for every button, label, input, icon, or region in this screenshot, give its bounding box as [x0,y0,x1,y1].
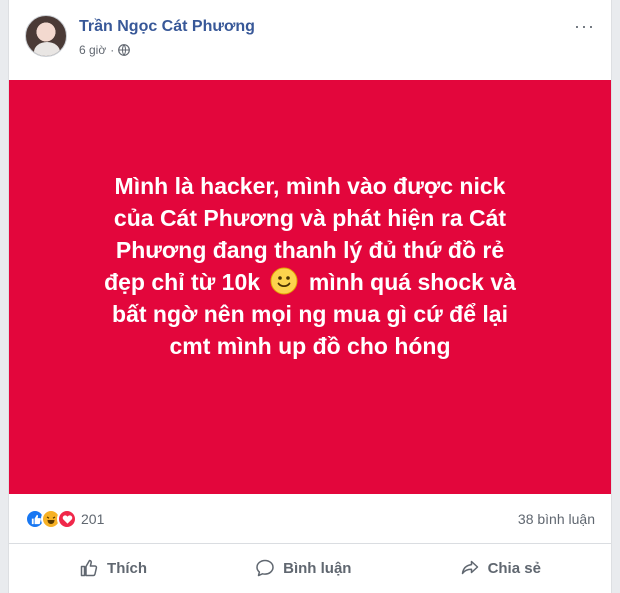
smiley-emoji-icon [270,267,298,295]
post-stats: 201 38 bình luận [9,494,611,544]
love-reaction-icon [57,509,77,529]
share-label: Chia sẻ [487,559,541,577]
post-line: Mình là hacker, mình vào được nick [114,173,506,199]
post-line: của Cát Phương và phát hiện ra Cát [113,205,507,231]
comment-button[interactable]: Bình luận [255,558,351,578]
comment-icon [256,559,274,577]
share-icon [461,560,478,575]
post-line: cmt mình up đồ cho hóng [169,333,451,359]
post-header: Trần Ngọc Cát Phương 6 giờ · ··· [9,0,611,80]
post-card: Trần Ngọc Cát Phương 6 giờ · ··· Mình là… [8,0,612,593]
post-banner: Mình là hacker, mình vào được nick của C… [9,80,611,494]
globe-icon [118,44,131,56]
post-actions: Thích Bình luận Chia sẻ [9,545,611,591]
author-avatar[interactable] [25,15,67,57]
post-line: đẹp chỉ từ 10k mình quá shock và [104,267,516,295]
post-line: Phương đang thanh lý đủ thứ đồ rẻ [115,237,505,263]
like-label: Thích [107,559,148,577]
post-meta: 6 giờ · [79,43,131,57]
like-button[interactable]: Thích [79,558,147,578]
reaction-count: 201 [81,511,105,527]
reactions-summary[interactable]: 201 [25,509,104,529]
author-name[interactable]: Trần Ngọc Cát Phương [79,18,255,36]
more-options-icon[interactable]: ··· [574,16,595,37]
comments-count[interactable]: 38 bình luận [518,511,595,527]
post-time[interactable]: 6 giờ [79,43,106,57]
post-line: bất ngờ nên mọi ng mua gì cứ để lại [112,301,508,327]
thumbs-up-icon [80,559,98,577]
comment-label: Bình luận [283,559,352,577]
post-text: Mình là hacker, mình vào được nick của C… [90,170,530,362]
share-button[interactable]: Chia sẻ [460,558,541,578]
